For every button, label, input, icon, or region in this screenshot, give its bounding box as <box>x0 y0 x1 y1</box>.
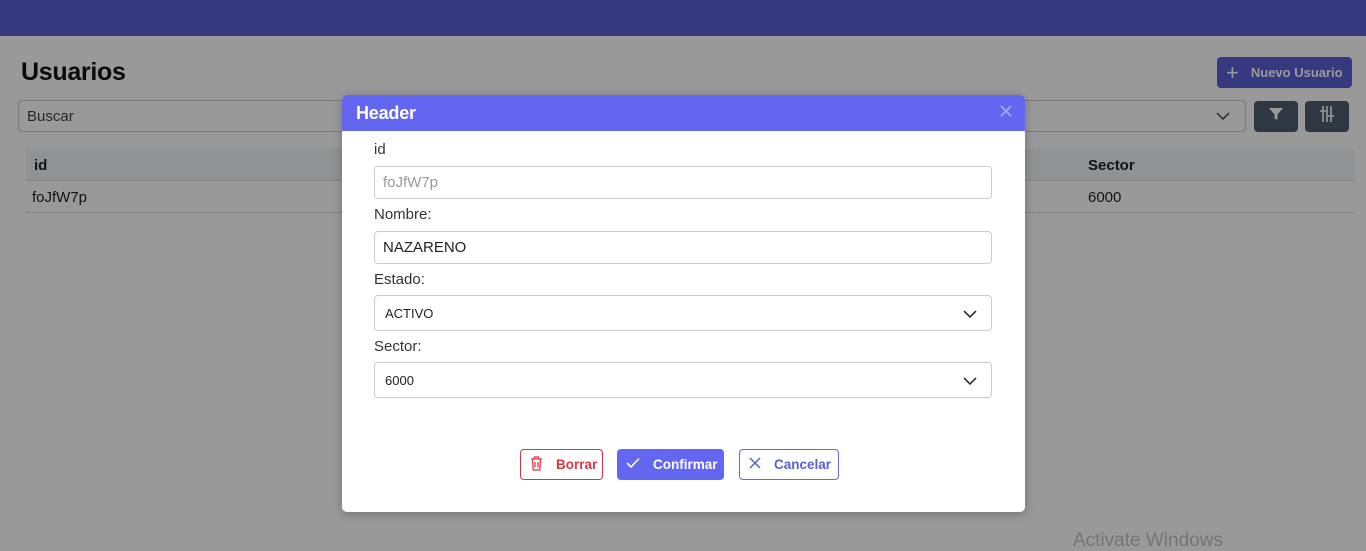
id-field <box>374 166 992 199</box>
nombre-field[interactable] <box>374 231 992 264</box>
nombre-label: Nombre: <box>374 206 432 223</box>
dialog-header: Header <box>342 95 1025 131</box>
dialog-title: Header <box>356 102 416 123</box>
estado-label: Estado: <box>374 271 425 288</box>
chevron-down-icon <box>963 307 977 324</box>
cancel-button[interactable]: Cancelar <box>739 449 839 480</box>
trash-icon <box>530 455 556 474</box>
sector-select[interactable]: 6000 <box>374 362 992 398</box>
close-icon[interactable] <box>999 104 1013 118</box>
delete-label: Borrar <box>556 457 598 472</box>
estado-select[interactable]: ACTIVO <box>374 295 992 331</box>
cancel-label: Cancelar <box>774 457 832 472</box>
x-icon <box>749 457 774 472</box>
id-label: id <box>374 141 386 158</box>
edit-user-dialog: Header id Nombre: Estado: ACTIVO Sector:… <box>342 95 1025 512</box>
sector-label: Sector: <box>374 338 422 355</box>
estado-value: ACTIVO <box>385 305 434 321</box>
confirm-button[interactable]: Confirmar <box>617 449 724 480</box>
chevron-down-icon <box>963 374 977 391</box>
check-icon <box>626 457 653 472</box>
confirm-label: Confirmar <box>653 457 718 472</box>
delete-button[interactable]: Borrar <box>520 449 603 480</box>
sector-value: 6000 <box>385 372 414 388</box>
